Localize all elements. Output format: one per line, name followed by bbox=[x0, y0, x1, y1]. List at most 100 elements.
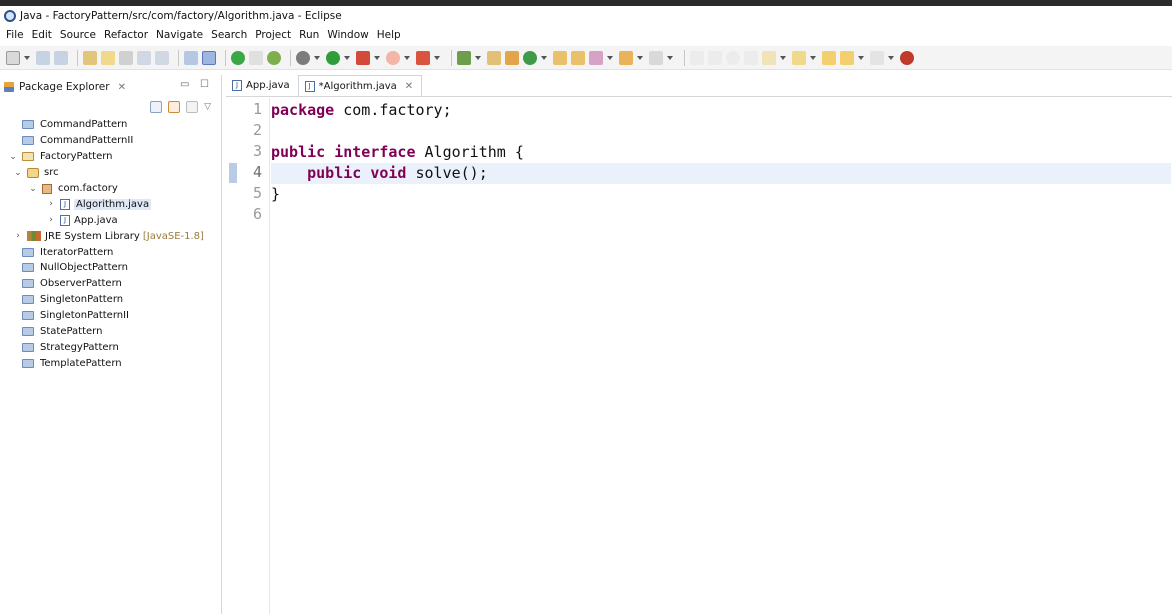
open-type-icon[interactable] bbox=[553, 50, 567, 65]
tree-item[interactable]: SingletonPattern bbox=[0, 292, 222, 308]
chevron-right-icon[interactable]: › bbox=[46, 199, 56, 209]
code-line[interactable]: public interface Algorithm { bbox=[271, 142, 1171, 163]
code-editor[interactable]: 1 package com.factory; 2 3 public interface … bbox=[226, 98, 1172, 614]
code-line[interactable] bbox=[271, 205, 1171, 226]
minimize-icon[interactable]: ▭ bbox=[180, 79, 189, 90]
link-with-editor-icon[interactable] bbox=[168, 101, 181, 113]
stop-icon[interactable] bbox=[386, 50, 400, 65]
search-icon[interactable] bbox=[708, 50, 722, 65]
tree-item[interactable]: IteratorPattern bbox=[0, 244, 222, 260]
tree-item[interactable]: StrategyPattern bbox=[0, 339, 222, 355]
menu-search[interactable]: Search bbox=[209, 29, 253, 41]
editor-tab[interactable]: J App.java bbox=[226, 75, 298, 96]
dropdown-arrow-icon[interactable] bbox=[434, 55, 440, 60]
tree-item[interactable]: ObserverPattern bbox=[0, 276, 222, 292]
dropdown-arrow-icon[interactable] bbox=[607, 55, 613, 60]
code-line[interactable]: } bbox=[271, 184, 1171, 205]
code-line[interactable]: public void solve(); bbox=[271, 163, 1171, 184]
dropdown-arrow-icon[interactable] bbox=[344, 55, 350, 60]
terminal-icon[interactable] bbox=[249, 50, 263, 65]
tree-item[interactable]: ⌄ src bbox=[0, 165, 222, 181]
menu-file[interactable]: File bbox=[4, 29, 30, 41]
chevron-right-icon[interactable]: › bbox=[13, 231, 23, 241]
chevron-right-icon[interactable]: › bbox=[46, 215, 56, 225]
save-all-icon[interactable] bbox=[54, 50, 68, 65]
dropdown-arrow-icon[interactable] bbox=[541, 55, 547, 60]
menu-navigate[interactable]: Navigate bbox=[154, 29, 209, 41]
new-icon[interactable] bbox=[6, 50, 20, 65]
tree-item[interactable]: › JRE System Library [JavaSE-1.8] bbox=[0, 228, 222, 244]
task-icon[interactable] bbox=[619, 50, 633, 65]
view-menu-icon[interactable]: ▽ bbox=[204, 102, 211, 112]
code-line[interactable]: package com.factory; bbox=[271, 100, 1171, 121]
block-selection-icon[interactable] bbox=[137, 50, 151, 65]
close-icon[interactable]: ✕ bbox=[405, 81, 413, 92]
next-annotation-icon[interactable] bbox=[792, 50, 806, 65]
collapse-all-icon[interactable] bbox=[150, 101, 163, 113]
new-package-icon[interactable] bbox=[505, 50, 519, 65]
dropdown-arrow-icon[interactable] bbox=[24, 55, 30, 60]
forward-icon[interactable] bbox=[840, 50, 854, 65]
menu-edit[interactable]: Edit bbox=[30, 29, 58, 41]
new-class-icon[interactable] bbox=[523, 50, 537, 65]
menu-source[interactable]: Source bbox=[58, 29, 102, 41]
format-icon[interactable] bbox=[119, 50, 133, 65]
new-java-project-icon[interactable] bbox=[487, 50, 501, 65]
menu-help[interactable]: Help bbox=[375, 29, 407, 41]
back-icon[interactable] bbox=[822, 50, 836, 65]
breakpoint-icon[interactable] bbox=[726, 50, 740, 65]
run-target-icon[interactable] bbox=[231, 50, 245, 65]
perspective-icon[interactable] bbox=[900, 50, 914, 65]
editor-tab[interactable]: J *Algorithm.java ✕ bbox=[297, 75, 423, 96]
dropdown-arrow-icon[interactable] bbox=[780, 55, 786, 60]
dropdown-arrow-icon[interactable] bbox=[858, 55, 864, 60]
annotation-icon[interactable] bbox=[762, 50, 776, 65]
chevron-down-icon[interactable]: ⌄ bbox=[8, 152, 18, 162]
console-icon[interactable] bbox=[184, 50, 198, 65]
debug-gear-icon[interactable] bbox=[296, 50, 310, 65]
wand-icon[interactable] bbox=[589, 50, 603, 65]
menu-refactor[interactable]: Refactor bbox=[102, 29, 154, 41]
deploy-icon[interactable] bbox=[416, 50, 430, 65]
dropdown-arrow-icon[interactable] bbox=[314, 55, 320, 60]
tree-item[interactable]: CommandPatternII bbox=[0, 133, 222, 149]
maximize-icon[interactable]: ☐ bbox=[200, 79, 209, 90]
tree-item[interactable]: › J App.java bbox=[0, 212, 222, 228]
pin-icon[interactable] bbox=[83, 50, 97, 65]
menu-window[interactable]: Window bbox=[325, 29, 374, 41]
save-icon[interactable] bbox=[36, 50, 50, 65]
tree-item[interactable]: SingletonPatternII bbox=[0, 308, 222, 324]
refresh-icon[interactable] bbox=[267, 50, 281, 65]
dropdown-arrow-icon[interactable] bbox=[667, 55, 673, 60]
menu-run[interactable]: Run bbox=[297, 29, 325, 41]
external-tools-icon[interactable] bbox=[356, 50, 370, 65]
tree-item[interactable]: ⌄ com.factory bbox=[0, 181, 222, 197]
pointer-icon[interactable] bbox=[202, 50, 216, 65]
arrow-right-icon[interactable] bbox=[870, 50, 884, 65]
menu-project[interactable]: Project bbox=[253, 29, 297, 41]
run-icon[interactable] bbox=[326, 50, 340, 65]
hand-icon[interactable] bbox=[744, 50, 758, 65]
package-explorer-tab[interactable]: Package Explorer ✕ bbox=[4, 77, 126, 97]
highlight-icon[interactable] bbox=[101, 50, 115, 65]
tree-item[interactable]: ⌄ FactoryPattern bbox=[0, 149, 222, 165]
tree-item[interactable]: NullObjectPattern bbox=[0, 260, 222, 276]
dropdown-arrow-icon[interactable] bbox=[404, 55, 410, 60]
dropdown-arrow-icon[interactable] bbox=[637, 55, 643, 60]
dropdown-arrow-icon[interactable] bbox=[888, 55, 894, 60]
code-line[interactable] bbox=[271, 121, 1171, 142]
tree-item[interactable]: › J Algorithm.java bbox=[0, 196, 222, 212]
dropdown-arrow-icon[interactable] bbox=[810, 55, 816, 60]
chevron-down-icon[interactable]: ⌄ bbox=[13, 168, 23, 178]
step-icon[interactable] bbox=[690, 50, 704, 65]
open-folder-icon[interactable] bbox=[571, 50, 585, 65]
dropdown-arrow-icon[interactable] bbox=[475, 55, 481, 60]
close-icon[interactable]: ✕ bbox=[118, 82, 126, 93]
show-whitespace-icon[interactable] bbox=[155, 50, 169, 65]
tree-item[interactable]: TemplatePattern bbox=[0, 355, 222, 371]
clipboard-icon[interactable] bbox=[649, 50, 663, 65]
tree-item[interactable]: CommandPattern bbox=[0, 117, 222, 133]
coverage-icon[interactable] bbox=[457, 50, 471, 65]
tree-item[interactable]: StatePattern bbox=[0, 324, 222, 340]
dropdown-arrow-icon[interactable] bbox=[374, 55, 380, 60]
